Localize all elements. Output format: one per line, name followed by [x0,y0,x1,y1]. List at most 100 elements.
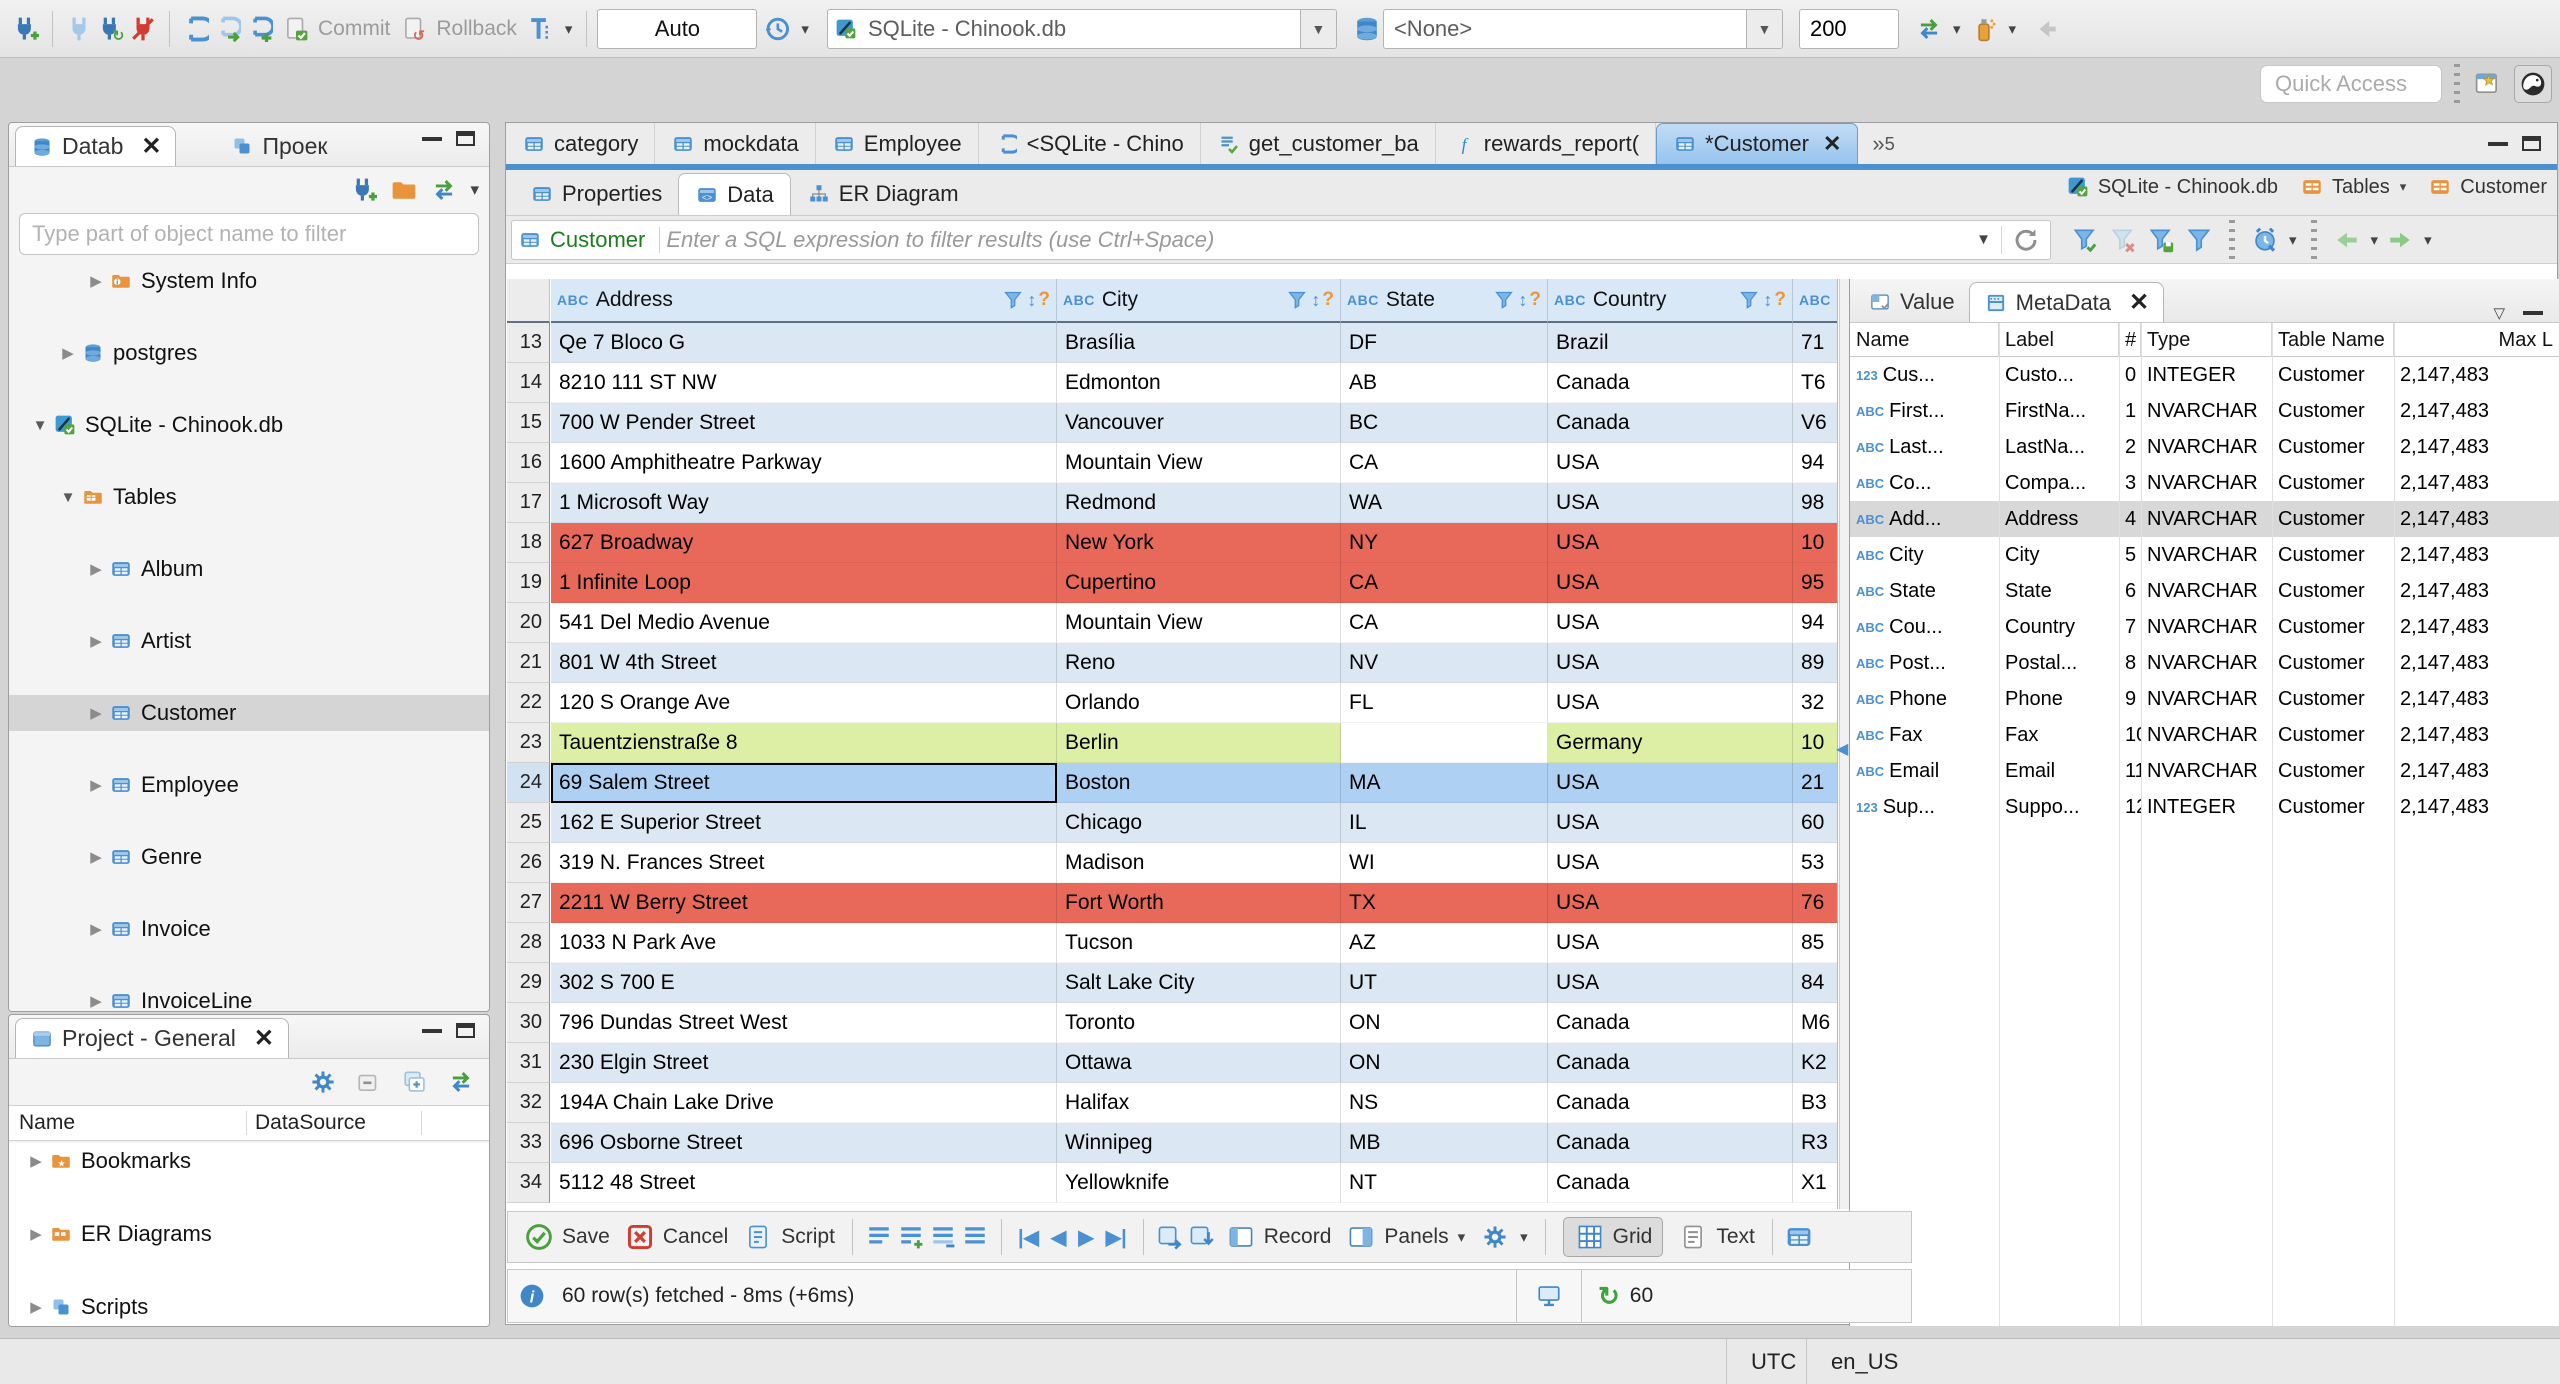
grid-cell[interactable]: TX [1341,883,1548,923]
database-selector-arrow[interactable]: ▼ [1299,9,1336,48]
grid-cell[interactable]: IL [1341,803,1548,843]
grid-cell[interactable]: Canada [1548,1083,1793,1123]
grid-cell[interactable]: 1033 N Park Ave [551,923,1057,963]
collapse-arrow-icon[interactable]: ▼ [27,417,53,434]
grid-cell[interactable]: USA [1548,923,1793,963]
grid-cell[interactable]: USA [1548,683,1793,723]
grid-cell[interactable]: Fort Worth [1057,883,1341,923]
metadata-row[interactable]: ABC First... FirstNa... 1 NVARCHAR Customer 2,… [1850,393,2559,429]
column-name[interactable]: Name [9,1111,247,1135]
grid-cell[interactable]: 94 [1793,443,1837,483]
grid-cell[interactable]: USA [1548,603,1793,643]
grid-cell[interactable]: MB [1341,1123,1548,1163]
grid-cell[interactable]: 84 [1793,963,1837,1003]
disconnect-icon[interactable] [127,13,159,45]
grid-cell[interactable]: Canada [1548,1043,1793,1083]
grid-cell[interactable]: Tauentzienstraße 8 [551,723,1057,763]
grid-cell[interactable]: M6 [1793,1003,1837,1043]
grid-cell[interactable]: UT [1341,963,1548,1003]
tree-item-invoice[interactable]: ▶ Invoice [9,911,489,947]
row-number[interactable]: 19 [507,563,550,603]
grid-cell[interactable]: 21 [1793,763,1837,803]
grid-cell[interactable]: Germany [1548,723,1793,763]
maximize-icon[interactable] [456,1023,475,1038]
status-panel-button[interactable] [1516,1270,1581,1322]
custom-filter-icon[interactable] [2183,224,2215,256]
navigator-filter-input[interactable] [19,213,479,255]
close-icon[interactable]: ✕ [254,1024,274,1053]
grid-cell[interactable]: USA [1548,803,1793,843]
sort-icon[interactable]: ↕ [1311,290,1320,311]
last-row-icon[interactable]: ▶| [1106,1225,1127,1250]
row-number[interactable]: 21 [507,643,550,683]
expand-arrow-icon[interactable]: ▶ [83,920,109,938]
settings-button[interactable]: ▾ [1479,1221,1528,1253]
tab-overflow-indicator[interactable]: » 5 [1858,123,1908,164]
sql-filter-input[interactable]: Customer Enter a SQL expression to filte… [511,219,2051,260]
metadata-row[interactable]: ABC State State 6 NVARCHAR Customer 2,147,483 [1850,573,2559,609]
view-menu-icon[interactable]: ▾ [470,180,479,200]
save-filter-icon[interactable] [2145,224,2177,256]
grid-cell[interactable]: NT [1341,1163,1548,1203]
grid-cell[interactable]: Halifax [1057,1083,1341,1123]
quick-filter-icon[interactable]: ? [1322,289,1334,311]
row-number[interactable]: 14 [507,363,550,403]
row-number[interactable]: 28 [507,923,550,963]
grid-cell[interactable]: NV [1341,643,1548,683]
grid-cell[interactable]: B3 [1793,1083,1837,1123]
remove-filter-icon[interactable] [2107,224,2139,256]
new-sql-script-icon[interactable] [244,13,276,45]
grid-cell[interactable]: WA [1341,483,1548,523]
maximize-icon[interactable] [456,131,475,146]
first-row-icon[interactable]: |◀ [1018,1225,1039,1250]
metadata-row[interactable]: ABCFaxFax10NVARCHARCustomer2,147,483 [1850,717,2559,753]
meta-column-max-l[interactable]: Max L [2394,323,2559,357]
grid-cell[interactable]: R3 [1793,1123,1837,1163]
grid-cell[interactable]: USA [1548,643,1793,683]
grid-cell[interactable]: USA [1548,963,1793,1003]
previous-row-icon[interactable]: ◀ [1051,1225,1066,1250]
collapse-all-icon[interactable] [353,1066,385,1098]
metadata-row[interactable]: ABC Add... Address 4 NVARCHAR Customer 2,147,4… [1850,501,2559,537]
minimize-icon[interactable] [422,136,442,141]
grid-cell[interactable]: Berlin [1057,723,1341,763]
grid-cell[interactable]: 700 W Pender Street [551,403,1057,443]
new-folder-icon[interactable] [388,174,420,206]
tab-value[interactable]: Value [1854,282,1969,322]
row-number[interactable]: 17 [507,483,550,523]
open-sql-script-icon[interactable] [212,13,244,45]
editor-tab-employee[interactable]: Employee [816,123,979,164]
row-number[interactable]: 34 [507,1163,550,1203]
grid-cell[interactable]: Redmond [1057,483,1341,523]
row-number[interactable]: 31 [507,1043,550,1083]
row-number[interactable]: 13 [507,323,550,363]
meta-column-type[interactable]: Type [2141,323,2272,357]
grid-cell[interactable]: 32 [1793,683,1837,723]
expand-arrow-icon[interactable]: ▶ [83,848,109,866]
column-header-state[interactable]: ABC State ↕? [1341,279,1548,323]
editor-tab--sqlite-chino[interactable]: <SQLite - Chino [979,123,1201,164]
tab-data[interactable]: <> Data [678,173,791,215]
column-header-country[interactable]: ABC Country ↕? [1548,279,1793,323]
tree-item-artist[interactable]: ▶ Artist [9,623,489,659]
next-page-icon[interactable] [2384,224,2416,256]
context-object-label[interactable]: Customer [2460,176,2547,199]
editor-tab-mockdata[interactable]: mockdata [655,123,816,164]
grid-cell[interactable]: 801 W 4th Street [551,643,1057,683]
grid-cell[interactable]: 194A Chain Lake Drive [551,1083,1057,1123]
view-menu-icon[interactable]: ▽ [2493,304,2505,322]
grid-cell[interactable]: 95 [1793,563,1837,603]
row-number[interactable]: 26 [507,843,550,883]
expand-arrow-icon[interactable]: ▶ [23,1152,49,1170]
grid-cell[interactable]: Mountain View [1057,603,1341,643]
sort-icon[interactable]: ↕ [1027,290,1036,311]
grid-cell[interactable]: Winnipeg [1057,1123,1341,1163]
grid-cell[interactable]: FL [1341,683,1548,723]
sort-icon[interactable]: ↕ [1518,290,1527,311]
metadata-row[interactable]: ABC Co... Compa... 3 NVARCHAR Customer 2,147,4… [1850,465,2559,501]
refresh-status[interactable]: ↻ 60 [1581,1270,1911,1322]
grid-cell[interactable]: 2211 W Berry Street [551,883,1057,923]
metadata-row[interactable]: ABC City City 5 NVARCHAR Customer 2,147,483 [1850,537,2559,573]
quick-access-input[interactable] [2260,65,2442,103]
schema-selector-arrow[interactable]: ▼ [1745,9,1782,48]
